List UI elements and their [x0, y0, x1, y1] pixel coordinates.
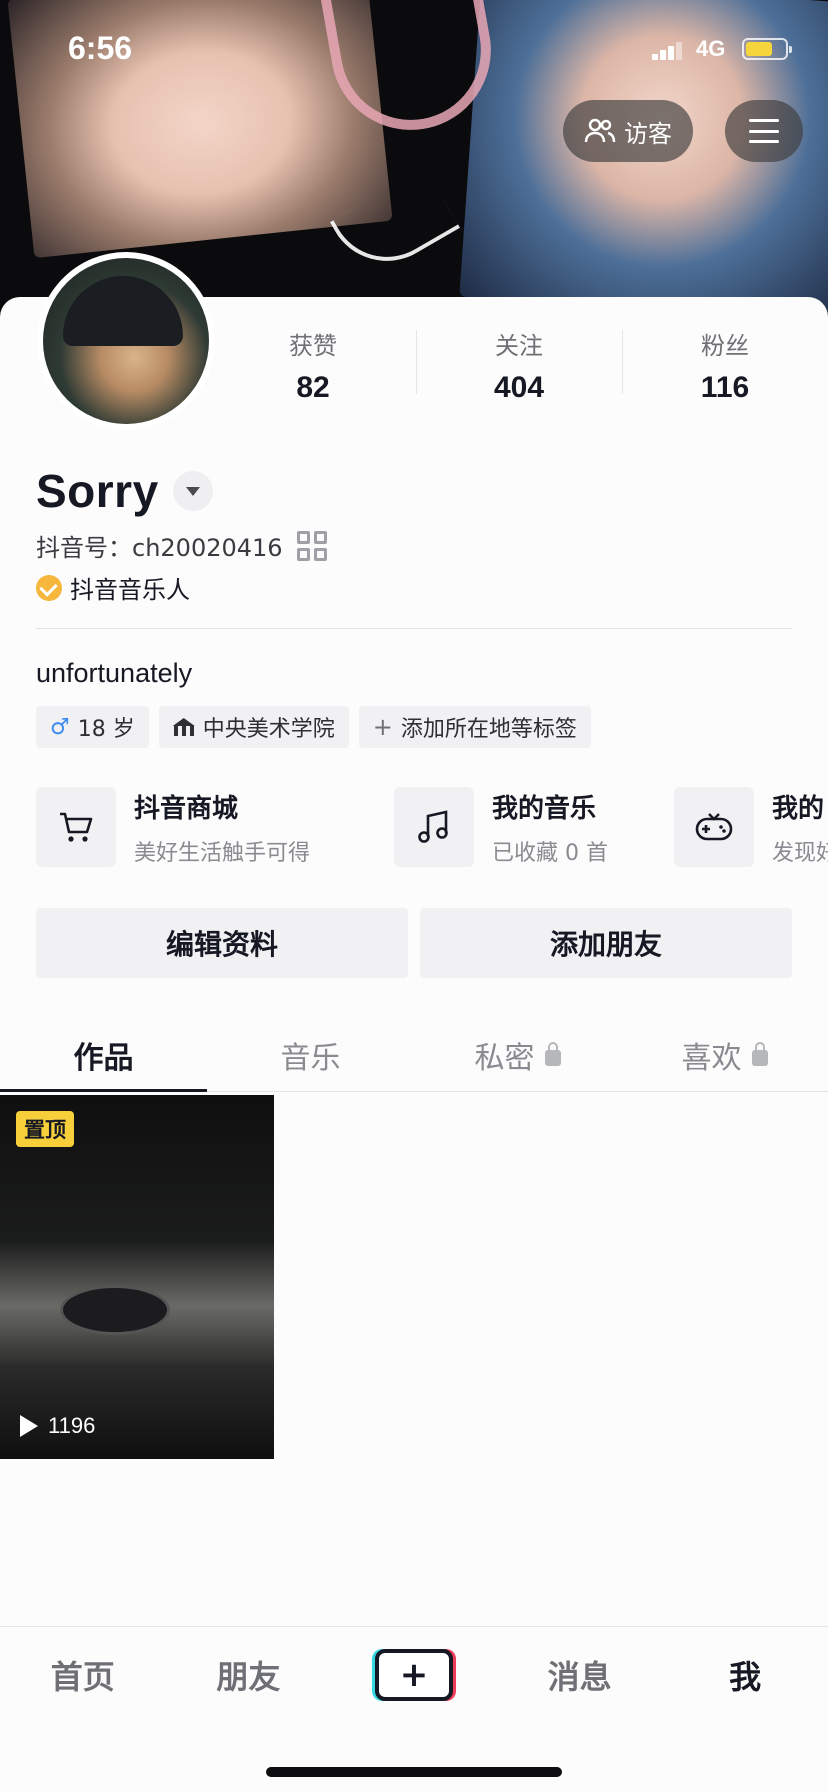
network-type: 4G — [696, 36, 726, 61]
stat-likes[interactable]: 获赞 82 — [210, 326, 416, 406]
stat-followers[interactable]: 粉丝 116 — [622, 326, 828, 406]
lock-icon — [544, 1041, 561, 1066]
service-title: 我的音乐 — [492, 793, 597, 824]
lock-icon — [751, 1041, 768, 1066]
nav-friends[interactable]: 朋友 — [166, 1652, 332, 1698]
cart-icon — [36, 787, 116, 867]
play-count-value: 1196 — [48, 1413, 96, 1438]
school-icon — [173, 718, 195, 736]
stat-value: 116 — [700, 371, 750, 404]
verified-check-icon — [36, 574, 62, 601]
stat-following[interactable]: 关注 404 — [416, 326, 622, 406]
add-tag-button[interactable]: + 添加所在地等标签 — [358, 706, 591, 748]
status-bar: 6:56 4G — [0, 0, 828, 100]
tab-likes[interactable]: 喜欢 — [621, 1018, 828, 1091]
profile-tags: ♂ 18 岁 中央美术学院 + 添加所在地等标签 — [36, 706, 591, 748]
tab-label: 私密 — [474, 1040, 535, 1076]
account-switch-button[interactable] — [172, 471, 213, 511]
service-mall[interactable]: 抖音商城 美好生活触手可得 — [36, 787, 310, 867]
service-subtitle: 美好生活触手可得 — [134, 840, 311, 866]
school-tag[interactable]: 中央美术学院 — [158, 706, 349, 748]
nav-messages[interactable]: 消息 — [497, 1652, 663, 1698]
edit-profile-button[interactable]: 编辑资料 — [36, 908, 408, 978]
douyin-id-row[interactable]: 抖音号：ch20020416 — [36, 528, 327, 563]
video-thumbnail[interactable]: 置顶 1196 — [0, 1095, 274, 1459]
visitor-label: 访客 — [624, 119, 672, 148]
nav-home[interactable]: 首页 — [0, 1652, 166, 1698]
battery-icon — [742, 38, 792, 60]
stat-value: 404 — [493, 371, 545, 404]
stat-value: 82 — [296, 371, 330, 404]
plus-icon: + — [372, 713, 393, 741]
home-indicator — [266, 1767, 562, 1777]
profile-actions: 编辑资料 添加朋友 — [36, 908, 792, 978]
douyin-id: 抖音号：ch20020416 — [36, 534, 283, 562]
service-subtitle: 发现好 — [772, 840, 828, 866]
age-label: 18 岁 — [77, 717, 135, 742]
tab-music[interactable]: 音乐 — [207, 1018, 414, 1091]
service-title: 我的 — [772, 793, 825, 824]
service-games[interactable]: 我的 发现好 — [674, 787, 828, 867]
gamepad-icon — [674, 787, 754, 867]
tab-private[interactable]: 私密 — [414, 1018, 621, 1091]
username: Sorry — [36, 465, 159, 517]
tab-works[interactable]: 作品 — [0, 1018, 207, 1092]
divider — [36, 628, 792, 629]
verification-label: 抖音音乐人 — [70, 576, 190, 604]
pinned-badge: 置顶 — [16, 1111, 74, 1147]
tab-label: 作品 — [73, 1040, 134, 1076]
status-time: 6:56 — [68, 30, 133, 66]
male-icon: ♂ — [50, 714, 70, 740]
stat-label: 关注 — [495, 332, 543, 360]
play-icon — [20, 1415, 38, 1437]
verification-row[interactable]: 抖音音乐人 — [36, 570, 190, 605]
nav-me[interactable]: 我 — [662, 1652, 828, 1698]
service-title: 抖音商城 — [134, 793, 239, 824]
bio-text: unfortunately — [36, 658, 193, 688]
caret-down-icon — [185, 486, 200, 496]
add-tag-label: 添加所在地等标签 — [400, 717, 577, 742]
vinyl-image — [60, 1285, 170, 1335]
qr-code-icon[interactable] — [296, 530, 327, 561]
menu-button[interactable] — [725, 100, 803, 162]
service-music[interactable]: 我的音乐 已收藏 0 首 — [394, 787, 608, 867]
age-tag: ♂ 18 岁 — [36, 706, 149, 748]
create-button[interactable]: + — [374, 1649, 453, 1701]
play-count: 1196 — [20, 1413, 95, 1439]
service-shortcuts: 抖音商城 美好生活触手可得 我的音乐 已收藏 0 首 我的 发现好 — [36, 787, 828, 867]
people-icon — [584, 118, 616, 143]
hamburger-icon — [749, 119, 779, 143]
content-tabs: 作品 音乐 私密 喜欢 — [0, 1018, 828, 1092]
signal-icon — [652, 40, 682, 60]
avatar[interactable] — [37, 252, 215, 430]
stat-label: 获赞 — [289, 332, 337, 360]
tab-label: 音乐 — [280, 1040, 341, 1076]
visitor-button[interactable]: 访客 — [563, 100, 693, 162]
music-note-icon — [394, 787, 474, 867]
service-subtitle: 已收藏 0 首 — [492, 840, 608, 866]
add-friend-button[interactable]: 添加朋友 — [420, 908, 792, 978]
tab-label: 喜欢 — [681, 1040, 742, 1076]
username-row: Sorry — [36, 464, 213, 518]
profile-stats: 获赞 82 关注 404 粉丝 116 — [210, 326, 828, 406]
stat-label: 粉丝 — [701, 332, 749, 360]
school-label: 中央美术学院 — [202, 717, 335, 742]
